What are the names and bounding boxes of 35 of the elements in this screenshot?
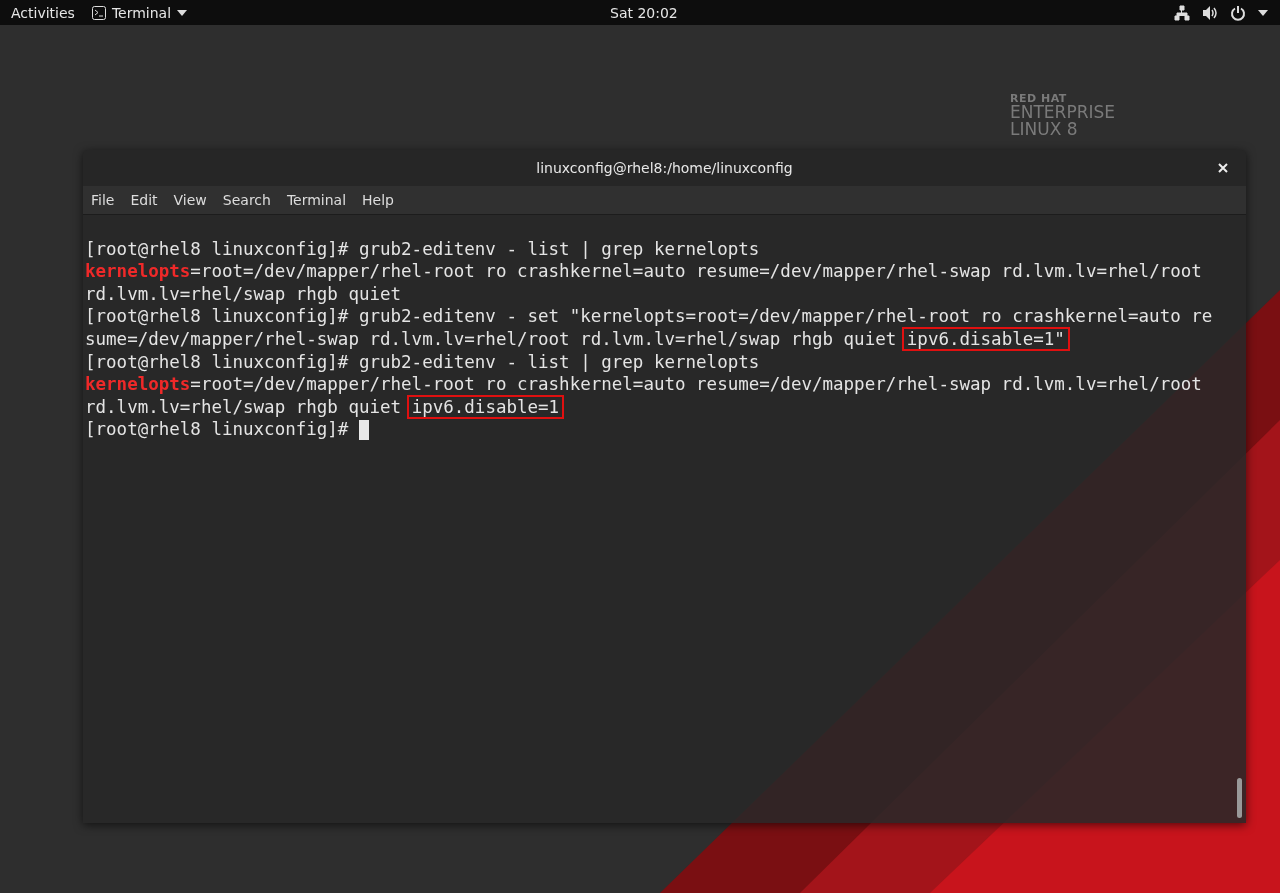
text-cursor [358, 419, 369, 440]
app-menu[interactable]: Terminal [91, 4, 188, 21]
keyword-text: kernelopts [85, 260, 191, 283]
caret-icon [177, 9, 188, 16]
terminal-text: [root@rhel8 linuxconfig]# grub2-editenv - list | grep kernelopts [85, 350, 760, 374]
terminal-text: =root=/dev/mapper/rhel-root ro crashkernel=auto resume=/dev/mapper/rhel-swap rd.lvm.lv=rhel/root [190, 373, 1202, 396]
power-icon[interactable] [1230, 4, 1246, 21]
terminal-text: [root@rhel8 linuxconfig]# [85, 418, 350, 441]
window-title: linuxconfig@rhel8:/home/linuxconfig [536, 160, 793, 176]
network-icon[interactable] [1174, 4, 1190, 21]
terminal-text: =root=/dev/mapper/rhel-root ro crashkernel=auto resume=/dev/mapper/rhel-swap rd.lvm.lv=rhel/root [190, 260, 1202, 283]
terminal-text: sume=/dev/mapper/rhel-swap rd.lvm.lv=rhel/root rd.lvm.lv=rhel/swap rhgb quiet [85, 327, 898, 351]
menu-item[interactable]: File [91, 192, 115, 208]
highlighted-text: ipv6.disable=1" [903, 329, 1068, 350]
terminal-text: [root@rhel8 linuxconfig]# grub2-editenv - set "kernelopts=root=/dev/mapper/rhel-root ro crashkernel=auto re [85, 305, 1213, 328]
logo-text: LINUX 8 [1010, 121, 1079, 138]
menu-item[interactable]: Help [362, 192, 394, 208]
menu-item[interactable]: Edit [130, 192, 158, 208]
menu-item[interactable]: View [173, 192, 207, 208]
terminal-text: [root@rhel8 linuxconfig]# grub2-editenv - list | grep kernelopts [85, 237, 760, 261]
activities-button[interactable]: Activities [11, 4, 75, 21]
terminal-text: rd.lvm.lv=rhel/swap rhgb quiet [85, 395, 403, 419]
scrollbar-thumb[interactable] [1237, 778, 1242, 818]
close-icon[interactable] [1218, 163, 1228, 173]
terminal-icon [91, 5, 106, 20]
caret-icon[interactable] [1258, 9, 1268, 16]
keyword-text: kernelopts [85, 373, 191, 396]
highlighted-text: ipv6.disable=1 [408, 397, 563, 418]
terminal-text: rd.lvm.lv=rhel/swap rhgb quiet [85, 282, 402, 306]
menu-item[interactable]: Search [222, 192, 271, 208]
logo-text: RED HAT [1010, 93, 1068, 104]
menu-item[interactable]: Terminal [286, 192, 347, 208]
volume-icon[interactable] [1202, 4, 1218, 21]
logo-text: ENTERPRISE [1010, 104, 1115, 121]
clock[interactable]: Sat 20:02 [610, 4, 678, 21]
